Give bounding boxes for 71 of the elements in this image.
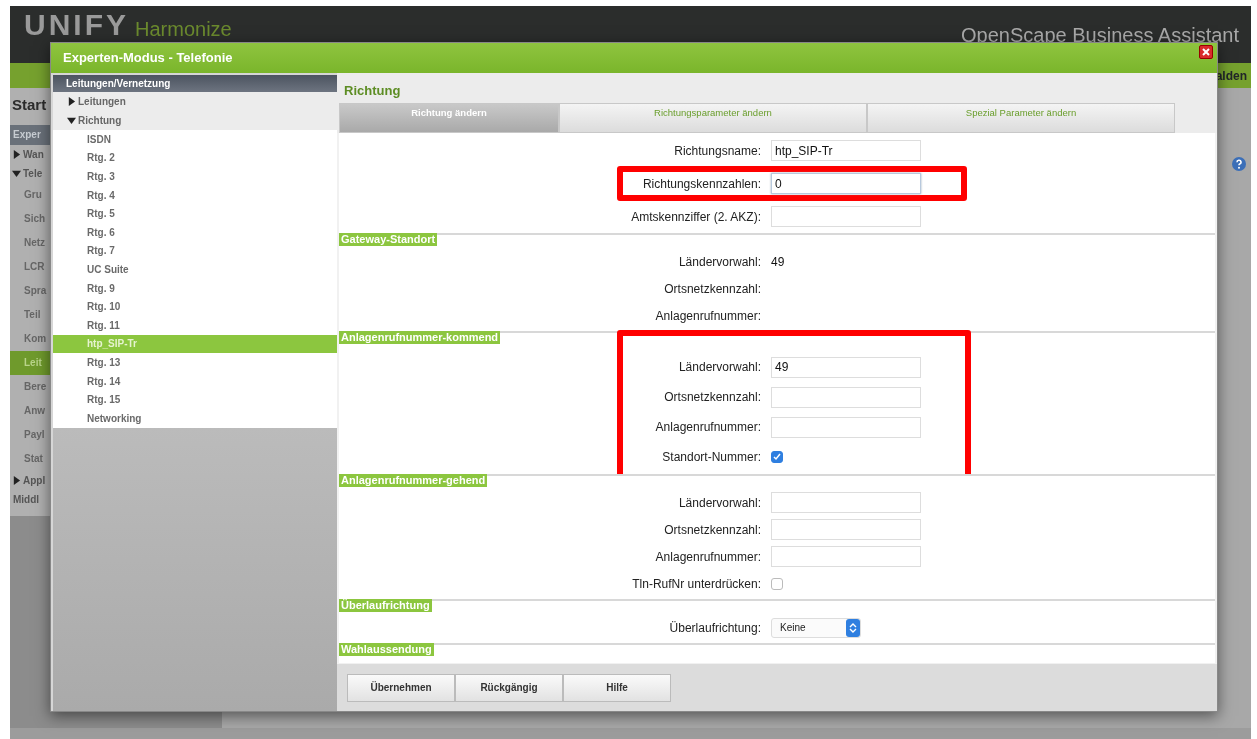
triangle-down-icon[interactable] bbox=[12, 168, 21, 178]
input-field[interactable]: 49 bbox=[771, 356, 921, 378]
tab[interactable]: Spezial Parameter ändern bbox=[867, 103, 1175, 133]
field-label: Ländervorwahl: bbox=[677, 359, 762, 376]
tree-item[interactable]: Rtg. 15 bbox=[53, 390, 337, 409]
field-label: Ortsnetzkennzahl: bbox=[663, 389, 762, 406]
field-label: Amtskennziffer (2. AKZ): bbox=[630, 208, 762, 226]
field-label: Richtungskennzahlen: bbox=[641, 175, 762, 193]
triangle-down-icon[interactable] bbox=[67, 116, 76, 125]
section-title: Anlagenrufnummer-kommend bbox=[339, 331, 501, 344]
sidebar-item-label: Wan bbox=[23, 147, 44, 162]
dialog-button[interactable]: Hilfe bbox=[563, 673, 671, 702]
sidebar-item-label: Appl bbox=[23, 473, 46, 488]
tree-item[interactable]: Networking bbox=[53, 408, 337, 428]
field-label: Tln-RufNr unterdrücken: bbox=[631, 575, 762, 593]
field-label: Standort-Nummer: bbox=[661, 449, 762, 466]
section-title: Anlagenrufnummer-gehend bbox=[339, 474, 488, 487]
page-heading: Start bbox=[11, 95, 47, 115]
section-title: Überlaufrichtung bbox=[339, 599, 432, 612]
triangle-right-icon[interactable] bbox=[67, 97, 76, 106]
tree-item[interactable]: UC Suite bbox=[53, 260, 337, 279]
input-field[interactable] bbox=[771, 416, 921, 438]
field-label: Anlagenrufnummer: bbox=[654, 307, 762, 325]
logo-wordmark: UNIFY bbox=[24, 10, 129, 43]
close-button[interactable] bbox=[1199, 45, 1213, 59]
input-field[interactable] bbox=[771, 492, 921, 513]
tree-item[interactable]: Rtg. 9 bbox=[53, 278, 337, 298]
tab[interactable]: Richtungsparameter ändern bbox=[559, 103, 867, 133]
field-label: Richtungsname: bbox=[673, 142, 762, 160]
field-label: Ländervorwahl: bbox=[677, 494, 762, 512]
tree-item[interactable]: Rtg. 6 bbox=[53, 222, 337, 242]
dropdown[interactable]: Keine bbox=[771, 617, 861, 638]
dialog-button[interactable]: Rückgängig bbox=[455, 673, 563, 702]
field-label: Ortsnetzkennzahl: bbox=[663, 521, 762, 539]
checkbox[interactable] bbox=[771, 577, 783, 590]
input-field[interactable] bbox=[771, 546, 921, 567]
input-field[interactable]: 0 bbox=[771, 173, 921, 194]
tree-node-label[interactable]: Leitungen bbox=[78, 94, 126, 109]
section-title: Wahlaussendung bbox=[339, 643, 434, 656]
help-icon[interactable] bbox=[1231, 156, 1247, 172]
input-field[interactable] bbox=[771, 206, 921, 227]
product-title: OpenScape Business Assistant bbox=[961, 23, 1239, 48]
dialog-title: Experten-Modus - Telefonie bbox=[63, 49, 233, 68]
input-field[interactable]: htp_SIP-Tr bbox=[771, 140, 921, 161]
tree-item[interactable]: Rtg. 3 bbox=[53, 167, 337, 186]
triangle-right-icon[interactable] bbox=[12, 149, 21, 159]
field-label: Anlagenrufnummer: bbox=[654, 548, 762, 566]
input-field[interactable] bbox=[771, 519, 921, 540]
panel-title: Richtung bbox=[344, 81, 401, 100]
stepper-icon bbox=[849, 621, 857, 634]
tree-item[interactable]: Rtg. 10 bbox=[53, 297, 337, 316]
section-title: Gateway-Standort bbox=[339, 233, 438, 246]
checkbox[interactable] bbox=[771, 451, 783, 463]
tree-header: Leitungen/Vernetzung bbox=[53, 75, 337, 92]
field-label: Ortsnetzkennzahl: bbox=[663, 280, 762, 298]
logo-tagline: Harmonize bbox=[135, 17, 232, 42]
tree-item[interactable]: Rtg. 4 bbox=[53, 185, 337, 205]
tree-item[interactable]: Rtg. 2 bbox=[53, 148, 337, 168]
field-label: Ländervorwahl: bbox=[677, 253, 762, 271]
tree-item[interactable]: Rtg. 14 bbox=[53, 371, 337, 391]
field-label: Überlaufrichtung: bbox=[668, 619, 762, 637]
sidebar-item-label: Tele bbox=[23, 166, 43, 181]
tree-item[interactable]: Rtg. 7 bbox=[53, 241, 337, 261]
dialog-button[interactable]: Übernehmen bbox=[347, 673, 455, 702]
input-field[interactable] bbox=[771, 386, 921, 408]
tree-item[interactable]: Rtg. 5 bbox=[53, 204, 337, 223]
triangle-right-icon[interactable] bbox=[12, 475, 21, 485]
field-label: Anlagenrufnummer: bbox=[654, 419, 762, 436]
tree-item[interactable]: Rtg. 11 bbox=[53, 315, 337, 335]
tree-item[interactable]: Rtg. 13 bbox=[53, 353, 337, 372]
field-value: 49 bbox=[771, 253, 785, 271]
